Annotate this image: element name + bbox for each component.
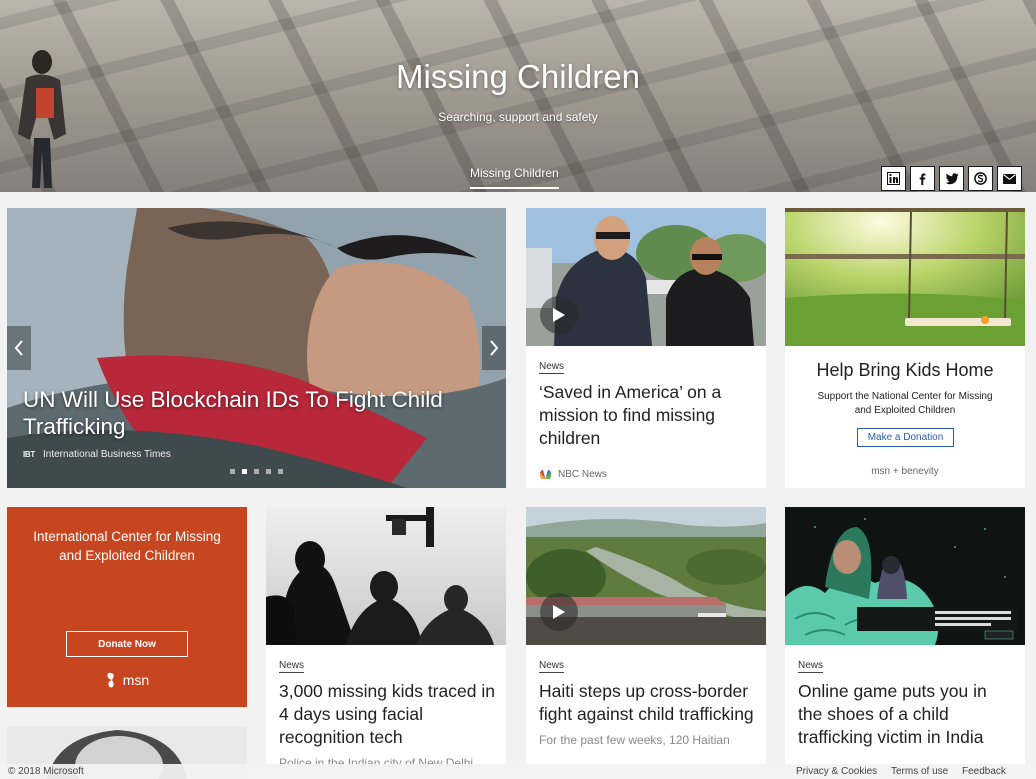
online-game-title[interactable]: Online game puts you in the shoes of a c… [798, 680, 1015, 749]
chevron-right-icon [490, 340, 499, 356]
ibt-logo: IBT [23, 450, 35, 459]
twitter-icon[interactable] [939, 166, 964, 191]
carousel-dot[interactable] [266, 469, 271, 474]
icmec-title: International Center for Missing and Exp… [33, 529, 221, 563]
carousel-prev-button[interactable] [7, 326, 31, 370]
tab-missing-children[interactable]: Missing Children [470, 166, 559, 189]
donate-now-button[interactable]: Donate Now [66, 631, 188, 657]
linkedin-icon[interactable] [881, 166, 906, 191]
donate-partner-label: msn + benevity [871, 466, 939, 477]
donate-title: Help Bring Kids Home [816, 360, 994, 380]
carousel-dot[interactable] [230, 469, 235, 474]
skype-icon[interactable] [968, 166, 993, 191]
mail-icon[interactable] [997, 166, 1022, 191]
haiti-title[interactable]: Haiti steps up cross-border fight agains… [539, 680, 756, 726]
news-tag[interactable]: News [279, 660, 305, 673]
msn-logo-text: msn [122, 672, 150, 688]
main-story-image [7, 208, 506, 488]
donate-card-help-bring-kids-home: Help Bring Kids Home Support the Nationa… [785, 208, 1025, 488]
carousel-next-button[interactable] [482, 326, 506, 370]
saved-in-america-source-label: NBC News [558, 469, 607, 480]
saved-in-america-title[interactable]: ‘Saved in America’ on a mission to find … [539, 381, 756, 450]
chevron-left-icon [14, 340, 23, 356]
nbc-peacock-icon [539, 470, 552, 479]
play-video-button[interactable] [540, 593, 578, 631]
news-card-saved-in-america[interactable]: News ‘Saved in America’ on a mission to … [526, 208, 766, 488]
footer-copyright: © 2018 Microsoft [8, 766, 84, 777]
main-story-source: IBT International Business Times [23, 449, 171, 460]
news-card-haiti[interactable]: News Haiti steps up cross-border fight a… [526, 507, 766, 779]
facebook-icon[interactable] [910, 166, 935, 191]
swing-image [785, 208, 1025, 346]
play-video-button[interactable] [540, 296, 578, 334]
main-story-source-label: International Business Times [43, 449, 171, 460]
online-game-body: News Online game puts you in the shoes o… [798, 655, 1015, 749]
page-subtitle: Searching, support and safety [438, 110, 598, 124]
facial-recognition-image [266, 507, 506, 645]
play-icon [553, 308, 565, 322]
make-a-donation-button[interactable]: Make a Donation [857, 428, 954, 447]
donate-description: Support the National Center for Missing … [817, 391, 993, 416]
footer-bar: © 2018 Microsoft Privacy & Cookies Terms… [0, 764, 1036, 779]
news-tag[interactable]: News [539, 361, 565, 374]
hero-banner: Missing Children Searching, support and … [0, 0, 1036, 192]
carousel-dot[interactable] [278, 469, 283, 474]
haiti-body: News Haiti steps up cross-border fight a… [539, 655, 756, 747]
carousel-dot[interactable] [254, 469, 259, 474]
news-tag[interactable]: News [539, 660, 565, 673]
news-tag[interactable]: News [798, 660, 824, 673]
news-card-online-game[interactable]: News Online game puts you in the shoes o… [785, 507, 1025, 779]
play-icon [553, 605, 565, 619]
main-story-carousel[interactable]: UN Will Use Blockchain IDs To Fight Chil… [7, 208, 506, 488]
terms-of-use-link[interactable]: Terms of use [891, 766, 948, 777]
saved-in-america-source: NBC News [539, 469, 607, 480]
privacy-cookies-link[interactable]: Privacy & Cookies [796, 766, 877, 777]
msn-logo: msn [7, 671, 247, 689]
online-game-image [785, 507, 1025, 645]
facial-recognition-body: News 3,000 missing kids traced in 4 days… [279, 655, 496, 770]
carousel-pagination [230, 469, 283, 474]
page-title: Missing Children [396, 58, 640, 95]
feedback-link[interactable]: Feedback [962, 766, 1006, 777]
facial-recognition-title[interactable]: 3,000 missing kids traced in 4 days usin… [279, 680, 496, 749]
msn-butterfly-icon [107, 672, 114, 688]
haiti-snippet: For the past few weeks, 120 Haitian [539, 733, 730, 747]
share-bar [881, 166, 1022, 191]
carousel-dot[interactable] [242, 469, 247, 474]
saved-in-america-body: News ‘Saved in America’ on a mission to … [539, 356, 756, 450]
main-story-title[interactable]: UN Will Use Blockchain IDs To Fight Chil… [23, 386, 473, 440]
news-card-facial-recognition[interactable]: News 3,000 missing kids traced in 4 days… [266, 507, 506, 779]
donate-card-icmec: International Center for Missing and Exp… [7, 507, 247, 707]
